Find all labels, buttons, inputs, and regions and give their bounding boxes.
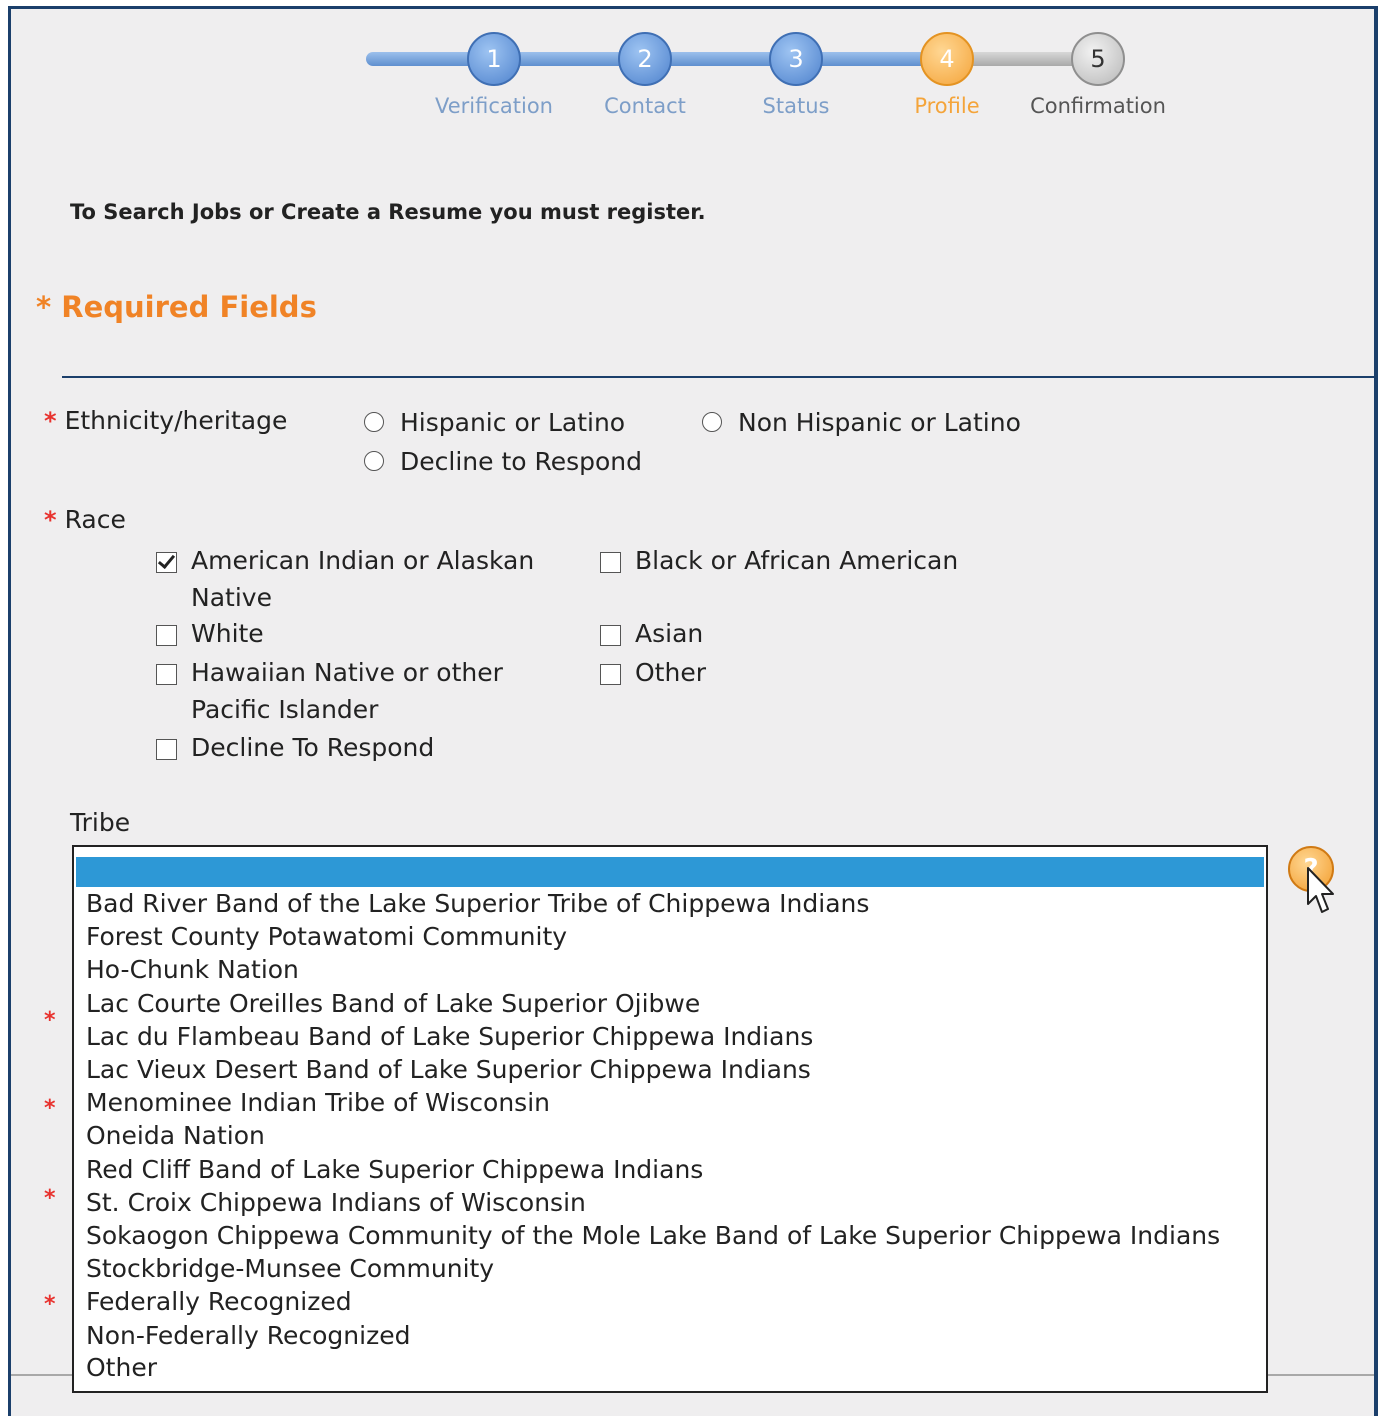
race-option-label: Other (635, 658, 706, 687)
tribe-option[interactable]: Ho-Chunk Nation (86, 955, 299, 984)
radio-button[interactable] (364, 412, 384, 432)
tribe-label: Tribe (70, 808, 131, 837)
race-option-label: Black or African American (635, 546, 959, 575)
tribe-option-blank-selected[interactable] (76, 857, 1264, 887)
radio-button[interactable] (364, 451, 384, 471)
step-5-circle: 5 (1071, 32, 1125, 86)
section-divider (62, 376, 1378, 378)
ethnicity-option-hispanic[interactable]: Hispanic or Latino (364, 408, 625, 437)
race-option-label: Decline To Respond (191, 733, 435, 762)
tribe-option[interactable]: Lac Courte Oreilles Band of Lake Superio… (86, 989, 700, 1018)
radio-button[interactable] (702, 412, 722, 432)
step-5-label: Confirmation (1030, 94, 1166, 118)
required-star: * (44, 1186, 56, 1211)
race-option-white[interactable]: White (156, 619, 264, 652)
race-option-label: White (191, 619, 264, 648)
tribe-option[interactable]: Lac du Flambeau Band of Lake Superior Ch… (86, 1022, 813, 1051)
tribe-option[interactable]: Oneida Nation (86, 1121, 265, 1150)
divider-line (1268, 1374, 1374, 1376)
race-option-decline[interactable]: Decline To Respond (156, 733, 434, 766)
step-4-label: Profile (914, 94, 980, 118)
checkbox-checked[interactable] (156, 552, 177, 573)
ethnicity-option-non-hispanic[interactable]: Non Hispanic or Latino (702, 408, 1021, 437)
ethnicity-option-label: Hispanic or Latino (400, 408, 626, 437)
ethnicity-option-label: Decline to Respond (400, 447, 643, 476)
race-option-label: American Indian or Alaskan Native (191, 546, 535, 612)
race-option-american-indian[interactable]: American Indian or Alaskan Native (156, 546, 556, 616)
step-2-circle: 2 (618, 32, 672, 86)
required-star: * (44, 1008, 56, 1033)
ethnicity-option-decline[interactable]: Decline to Respond (364, 447, 642, 476)
ethnicity-label: * Ethnicity/heritage (44, 406, 287, 435)
divider-line (11, 1374, 73, 1376)
tribe-option[interactable]: Federally Recognized (86, 1287, 352, 1316)
race-label: * Race (44, 505, 126, 534)
race-option-hawaiian[interactable]: Hawaiian Native or other Pacific Islande… (156, 658, 556, 728)
panel-border (1374, 6, 1378, 1416)
checkbox[interactable] (600, 664, 621, 685)
tribe-option[interactable]: Sokaogon Chippewa Community of the Mole … (86, 1221, 1220, 1250)
race-option-label: Hawaiian Native or other Pacific Islande… (191, 658, 503, 724)
race-option-black[interactable]: Black or African American (600, 546, 958, 579)
ethnicity-label-text: Ethnicity/heritage (64, 406, 288, 435)
required-star: * (44, 407, 57, 435)
checkbox[interactable] (156, 739, 177, 760)
race-label-text: Race (64, 505, 126, 534)
tribe-option[interactable]: Menominee Indian Tribe of Wisconsin (86, 1088, 550, 1117)
ethnicity-option-label: Non Hispanic or Latino (738, 408, 1021, 437)
required-star: * (44, 1292, 56, 1317)
tribe-dropdown-list[interactable]: Bad River Band of the Lake Superior Trib… (72, 845, 1268, 1393)
step-2-label: Contact (604, 94, 686, 118)
required-star: * (44, 1096, 56, 1121)
step-1-circle: 1 (467, 32, 521, 86)
race-option-label: Asian (635, 619, 704, 648)
checkbox[interactable] (156, 625, 177, 646)
tribe-option[interactable]: Bad River Band of the Lake Superior Trib… (86, 889, 869, 918)
required-star: * (44, 506, 57, 534)
tribe-option[interactable]: Red Cliff Band of Lake Superior Chippewa… (86, 1155, 703, 1184)
required-fields-title: Required Fields (61, 290, 317, 324)
race-option-other[interactable]: Other (600, 658, 706, 691)
checkbox[interactable] (156, 664, 177, 685)
checkbox[interactable] (600, 625, 621, 646)
required-star: * (36, 290, 52, 324)
mouse-pointer-icon (1307, 867, 1334, 913)
step-3-circle: 3 (769, 32, 823, 86)
checkbox[interactable] (600, 552, 621, 573)
race-option-asian[interactable]: Asian (600, 619, 703, 652)
step-4-circle: 4 (920, 32, 974, 86)
required-fields-heading: * Required Fields (36, 290, 317, 324)
tribe-option[interactable]: Other (86, 1353, 157, 1382)
tribe-option[interactable]: Non-Federally Recognized (86, 1321, 410, 1350)
tribe-option[interactable]: St. Croix Chippewa Indians of Wisconsin (86, 1188, 586, 1217)
tribe-option[interactable]: Lac Vieux Desert Band of Lake Superior C… (86, 1055, 811, 1084)
step-1-label: Verification (435, 94, 553, 118)
intro-text: To Search Jobs or Create a Resume you mu… (70, 200, 706, 224)
tribe-option[interactable]: Stockbridge-Munsee Community (86, 1254, 494, 1283)
tribe-option[interactable]: Forest County Potawatomi Community (86, 922, 567, 951)
step-3-label: Status (762, 94, 830, 118)
